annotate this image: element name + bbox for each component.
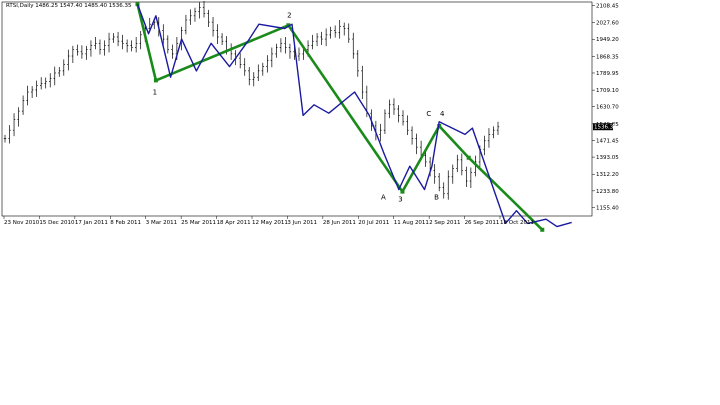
green-pivot-marker	[400, 189, 405, 194]
x-tick-label: 3 Mar 2011	[146, 220, 177, 226]
wave-label-c: C	[426, 110, 431, 118]
y-tick-label: 1709.10	[596, 88, 619, 94]
green-pivot-marker	[466, 155, 471, 160]
y-tick-label: 1393.05	[596, 155, 619, 161]
y-tick-label: 2027.60	[596, 21, 619, 27]
x-tick-label: 26 Sep 2011	[465, 220, 500, 226]
y-tick-label: 1868.35	[596, 54, 619, 60]
x-tick-label: 20 Jul 2011	[358, 220, 389, 226]
x-tick-label: 18 Apr 2011	[217, 220, 251, 226]
y-tick-label: 2108.45	[596, 4, 619, 10]
x-tick-label: 11 Aug 2011	[394, 220, 429, 226]
wave-label-3: 3	[398, 196, 402, 204]
x-tick-label: 28 Jun 2011	[323, 220, 356, 226]
x-tick-label: 8 Feb 2011	[110, 220, 141, 226]
x-tick-label: 2 Sep 2011	[429, 220, 460, 226]
plot-frame	[1, 1, 593, 217]
wave-label-a: A	[381, 194, 386, 202]
wave-label-b: B	[434, 194, 439, 202]
y-tick-label: 1949.20	[596, 37, 619, 43]
wave-label-1: 1	[153, 88, 157, 96]
chart-title: RTSI,Daily 1486.25 1547.40 1485.40 1536.…	[6, 3, 132, 9]
x-tick-label: 18 Oct 2011	[500, 220, 534, 226]
y-axis: 2108.45 2027.60 1949.20 1868.35 1789.95 1709.…	[592, 4, 619, 211]
x-axis: 23 Nov 2010 15 Dec 2010 17 Jan 2011 8 Feb 2…	[3, 216, 534, 226]
x-tick-label: 17 Jan 2011	[75, 220, 108, 226]
x-tick-label: 25 Mar 2011	[181, 220, 216, 226]
green-pivot-marker	[540, 227, 545, 232]
y-tick-label: 1789.95	[596, 71, 619, 77]
x-tick-label: 12 May 2011	[252, 220, 288, 226]
candles	[3, 0, 500, 200]
x-tick-label: 23 Nov 2010	[4, 220, 40, 226]
x-tick-label: 15 Dec 2010	[39, 220, 75, 226]
current-price-label: 1536.35	[594, 125, 617, 131]
wave-label-4: 4	[440, 110, 445, 118]
y-tick-label: 1312.20	[596, 172, 619, 178]
y-tick-label: 1155.40	[596, 205, 619, 211]
wave-label-2: 2	[287, 11, 291, 19]
y-tick-label: 1233.80	[596, 189, 619, 195]
y-tick-label: 1471.45	[596, 138, 619, 144]
x-tick-label: 3 Jun 2011	[287, 220, 317, 226]
plot-border	[1, 1, 593, 217]
chart-canvas: 1 2 3 4 A B C 2108.45 2027.60 1949.20 1868.35 1789…	[1, 0, 619, 232]
y-tick-label: 1630.70	[596, 105, 619, 111]
green-pivot-marker	[153, 78, 158, 83]
